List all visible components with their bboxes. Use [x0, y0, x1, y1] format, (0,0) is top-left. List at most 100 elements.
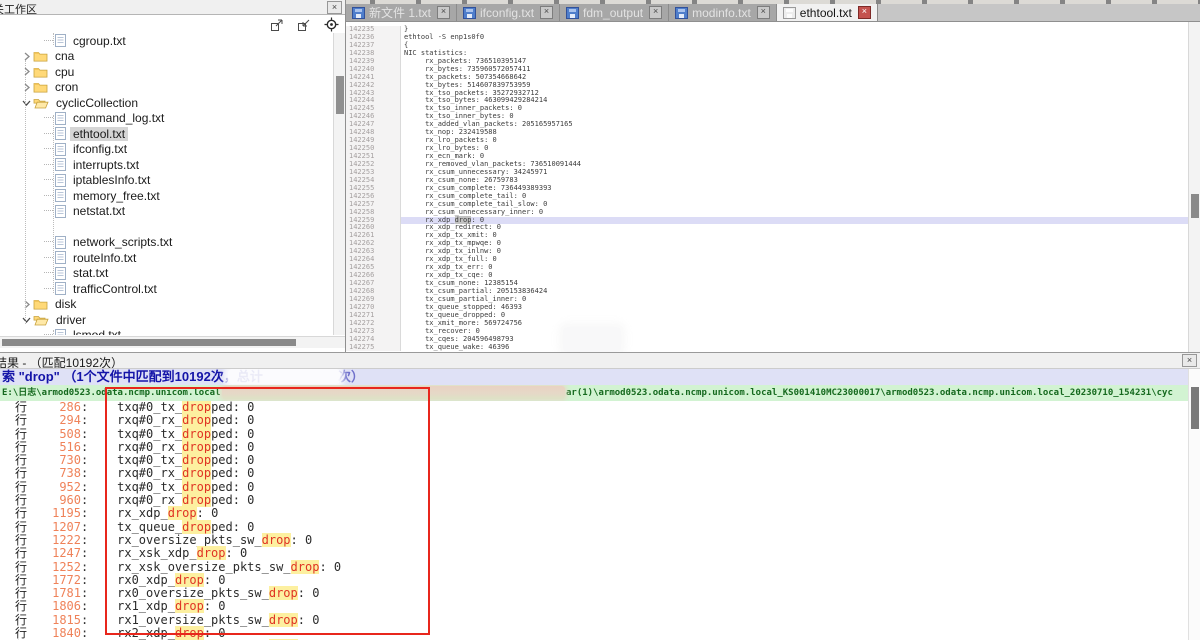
tree-item-stat.txt[interactable]: stat.txt — [0, 266, 333, 282]
result-row[interactable]: 行286: txq#0_tx_dropped: 0 — [0, 401, 1188, 414]
result-row[interactable]: 行960: rxq#0_rx_dropped: 0 — [0, 494, 1188, 507]
match-highlight: drop — [291, 560, 320, 574]
results-vertical-scrollbar[interactable] — [1188, 369, 1200, 640]
tree-horizontal-scrollbar-thumb[interactable] — [2, 339, 296, 346]
result-colon: : — [81, 481, 88, 494]
tree-item-ifconfig.txt[interactable]: ifconfig.txt — [0, 142, 333, 158]
tab-label: fdm_output — [583, 6, 643, 20]
results-list: 行286: txq#0_tx_dropped: 0行294: rxq#0_rx_… — [0, 401, 1188, 640]
result-row[interactable]: 行738: rxq#0_rx_dropped: 0 — [0, 467, 1188, 480]
tree-horizontal-scrollbar[interactable] — [0, 336, 345, 348]
result-row[interactable]: 行1207: tx_queue_dropped: 0 — [0, 521, 1188, 534]
tree-item-iptablesInfo.txt[interactable]: iptablesInfo.txt — [0, 173, 333, 189]
tree-item-label: trafficControl.txt — [70, 282, 160, 296]
result-text: rx_xsk_oversize_pkts_sw_drop: 0 — [88, 561, 341, 574]
result-line-number: 1195 — [29, 507, 81, 520]
file-icon — [55, 236, 66, 249]
tree-connector — [44, 241, 53, 243]
search-summary-suffix: 次） — [338, 369, 364, 385]
workspace-close-icon[interactable]: × — [327, 1, 342, 14]
tree-item-cpu[interactable]: cpu — [0, 64, 333, 80]
tree-item-lsmod.txt[interactable]: lsmod.txt — [0, 328, 333, 336]
tree-connector — [44, 40, 53, 42]
tab-modinfo.txt[interactable]: modinfo.txt × — [669, 4, 777, 21]
editor-line[interactable]: 142275 tx_queue_wake: 46396 — [346, 344, 1189, 352]
expand-all-icon[interactable] — [269, 17, 285, 32]
app-window: 关工作区 × cgroup.txtcnacpucroncyclicCollect… — [0, 0, 1200, 640]
editor-line[interactable]: 142237{ — [346, 42, 1189, 50]
tab-close-icon[interactable]: × — [757, 6, 770, 19]
tree-item-label: network_scripts.txt — [70, 235, 175, 249]
locate-file-icon[interactable] — [323, 17, 339, 32]
tree-item-memory_free.txt[interactable]: memory_free.txt — [0, 188, 333, 204]
tree-item-trafficControl.txt[interactable]: trafficControl.txt — [0, 281, 333, 297]
result-row[interactable]: 行1840: rx2_xdp_drop: 0 — [0, 627, 1188, 640]
chevron-down-icon[interactable] — [20, 315, 33, 324]
result-colon: : — [81, 414, 88, 427]
editor-line[interactable]: 142236ethtool -S enp1s0f0 — [346, 34, 1189, 42]
result-line-prefix: 行 — [15, 587, 29, 600]
match-highlight: drop — [262, 533, 291, 547]
tree-item-ethtool.txt[interactable]: ethtool.txt — [0, 126, 333, 142]
result-text: txq#0_tx_dropped: 0 — [88, 401, 254, 414]
editor-vertical-scrollbar[interactable] — [1188, 22, 1200, 352]
result-row[interactable]: 行1247: rx_xsk_xdp_drop: 0 — [0, 547, 1188, 560]
chevron-down-icon[interactable] — [20, 98, 33, 107]
tree-item-netstat.txt[interactable]: netstat.txt — [0, 204, 333, 220]
result-row[interactable]: 行952: txq#0_tx_dropped: 0 — [0, 481, 1188, 494]
tab-close-icon[interactable]: × — [437, 6, 450, 19]
chevron-right-icon[interactable] — [20, 83, 33, 92]
tree-item-routeInfo.txt[interactable]: routeInfo.txt — [0, 250, 333, 266]
results-close-icon[interactable]: × — [1182, 354, 1197, 367]
result-row[interactable]: 行1772: rx0_xdp_drop: 0 — [0, 574, 1188, 587]
result-colon: : — [81, 627, 88, 640]
editor-vertical-scrollbar-thumb[interactable] — [1191, 194, 1199, 218]
chevron-right-icon[interactable] — [20, 52, 33, 61]
tab-ethtool.txt[interactable]: ethtool.txt× — [777, 4, 878, 21]
tab-close-icon[interactable]: × — [540, 6, 553, 19]
tab-label: modinfo.txt — [692, 6, 751, 20]
tree-item-cron[interactable]: cron — [0, 80, 333, 96]
tree-vertical-scrollbar-thumb[interactable] — [336, 76, 344, 114]
tree-item-cyclicCollection[interactable]: cyclicCollection — [0, 95, 333, 111]
match-highlight: drop — [168, 506, 197, 520]
tab-新文件 1.txt[interactable]: 新文件 1.txt× — [346, 4, 457, 21]
result-file-path-row[interactable]: E:\日志\armod0523.odata.ncmp.unicom.local … — [0, 385, 1188, 401]
tab-ifconfig.txt[interactable]: ifconfig.txt× — [457, 4, 560, 21]
tab-close-icon[interactable]: × — [649, 6, 662, 19]
tree-item-cna[interactable]: cna — [0, 49, 333, 65]
result-row[interactable]: 行1252: rx_xsk_oversize_pkts_sw_drop: 0 — [0, 561, 1188, 574]
result-colon: : — [81, 614, 88, 627]
tree-item-disk[interactable]: disk — [0, 297, 333, 313]
workspace-toolbar — [269, 17, 339, 32]
search-summary-row[interactable]: 索 "drop" （1个文件中匹配到10192次，总计 次） — [0, 369, 1188, 385]
tree-item-cgroup.txt[interactable]: cgroup.txt — [0, 33, 333, 49]
tree-item-driver[interactable]: driver — [0, 312, 333, 328]
match-highlight: drop — [175, 626, 204, 640]
match-highlight: drop — [269, 613, 298, 627]
result-row[interactable]: 行1195: rx_xdp_drop: 0 — [0, 507, 1188, 520]
tree-connector — [44, 133, 53, 135]
collapse-all-icon[interactable] — [296, 17, 312, 32]
results-vertical-scrollbar-thumb[interactable] — [1191, 387, 1199, 429]
result-row[interactable]: 行516: rxq#0_rx_dropped: 0 — [0, 441, 1188, 454]
result-row[interactable]: 行294: rxq#0_rx_dropped: 0 — [0, 414, 1188, 427]
tab-fdm_output[interactable]: fdm_output × — [560, 4, 669, 21]
result-row[interactable]: 行508: txq#0_tx_dropped: 0 — [0, 428, 1188, 441]
tree-item-network_scripts.txt[interactable]: network_scripts.txt — [0, 235, 333, 251]
result-row[interactable]: 行1815: rx1_oversize_pkts_sw_drop: 0 — [0, 614, 1188, 627]
tree-item-command_log.txt[interactable]: command_log.txt — [0, 111, 333, 127]
tab-close-icon[interactable]: × — [858, 6, 871, 19]
chevron-right-icon[interactable] — [20, 67, 33, 76]
result-row[interactable]: 行730: txq#0_tx_dropped: 0 — [0, 454, 1188, 467]
editor-content[interactable]: 142235}142236ethtool -S enp1s0f0142237{1… — [346, 22, 1189, 352]
tree-connector — [44, 164, 53, 166]
result-row[interactable]: 行1806: rx1_xdp_drop: 0 — [0, 600, 1188, 613]
file-icon — [55, 267, 66, 280]
result-text: rx_xdp_drop: 0 — [88, 507, 218, 520]
chevron-right-icon[interactable] — [20, 300, 33, 309]
result-colon: : — [81, 521, 88, 534]
tree-item-interrupts.txt[interactable]: interrupts.txt — [0, 157, 333, 173]
result-row[interactable]: 行1781: rx0_oversize_pkts_sw_drop: 0 — [0, 587, 1188, 600]
result-row[interactable]: 行1222: rx_oversize_pkts_sw_drop: 0 — [0, 534, 1188, 547]
